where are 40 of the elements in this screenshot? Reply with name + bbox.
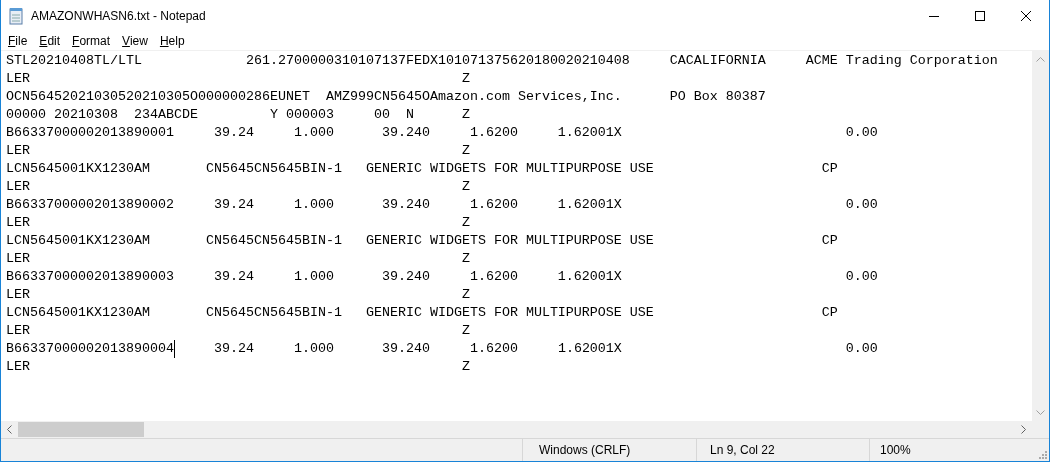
menu-item[interactable]: View (116, 32, 154, 50)
notepad-icon (8, 7, 24, 25)
text-line: OCN56452021030520210305O000000286EUNET AMZ999CN5645OAmazon.com Services,Inc. PO Box 80387 (6, 88, 766, 106)
minimize-icon (929, 15, 939, 17)
cursor-position-status: Ln 9, Col 22 (710, 442, 775, 459)
scroll-down-icon[interactable] (1036, 410, 1045, 415)
menu-item[interactable]: File (2, 32, 34, 50)
text-line: B66337000002013890001 39.24 1.000 39.240 1.6200 1.62001X 0.00 (6, 124, 878, 142)
text-line: B66337000002013890004 (6, 340, 174, 358)
text-line: B66337000002013890003 39.24 1.000 39.240 1.6200 1.62001X 0.00 (6, 268, 878, 286)
text-line: STL20210408TL/LTL 261.2700000310107137FEDX101071375620180020210408 CACALIFORNIA ACME Trading Corporation (6, 52, 998, 70)
resize-grip-icon[interactable] (1039, 451, 1047, 459)
text-line: B66337000002013890002 39.24 1.000 39.240 1.6200 1.62001X 0.00 (6, 196, 878, 214)
vertical-scrollbar[interactable] (1032, 51, 1049, 421)
text-line: 00000 20210308 234ABCDE Y 000003 00 N Z (6, 106, 470, 124)
text-line: LER Z (6, 286, 470, 304)
scroll-thumb[interactable] (18, 422, 144, 437)
scroll-right-icon[interactable] (1021, 425, 1026, 434)
menu-item[interactable]: Edit (33, 32, 67, 50)
horizontal-scrollbar[interactable] (1, 421, 1032, 438)
line-ending-status: Windows (CRLF) (539, 442, 631, 459)
scroll-up-icon[interactable] (1036, 57, 1045, 62)
menu-item[interactable]: Format (66, 32, 117, 50)
text-line: 39.24 1.000 39.240 1.6200 1.62001X 0.00 (212, 340, 878, 358)
text-line: LER Z (6, 358, 470, 376)
scroll-left-icon[interactable] (7, 425, 12, 434)
menu-item[interactable]: Help (153, 32, 191, 50)
text-line: LCN5645001KX1230AM CN5645CN5645BIN-1 GENERIC WIDGETS FOR MULTIPURPOSE USE CP (6, 304, 838, 322)
window-title: AMAZONWHASN6.txt - Notepad (31, 8, 206, 25)
zoom-status: 100% (880, 442, 911, 459)
close-icon (1021, 11, 1031, 21)
text-line: LER Z (6, 70, 470, 88)
text-line: LCN5645001KX1230AM CN5645CN5645BIN-1 GENERIC WIDGETS FOR MULTIPURPOSE USE CP (6, 232, 838, 250)
maximize-icon (975, 11, 985, 21)
text-line: LER Z (6, 250, 470, 268)
text-line: LER Z (6, 322, 470, 340)
text-line: LER Z (6, 142, 470, 160)
text-line: LER Z (6, 178, 470, 196)
text-line: LER Z (6, 214, 470, 232)
text-line: LCN5645001KX1230AM CN5645CN5645BIN-1 GENERIC WIDGETS FOR MULTIPURPOSE USE CP (6, 160, 838, 178)
